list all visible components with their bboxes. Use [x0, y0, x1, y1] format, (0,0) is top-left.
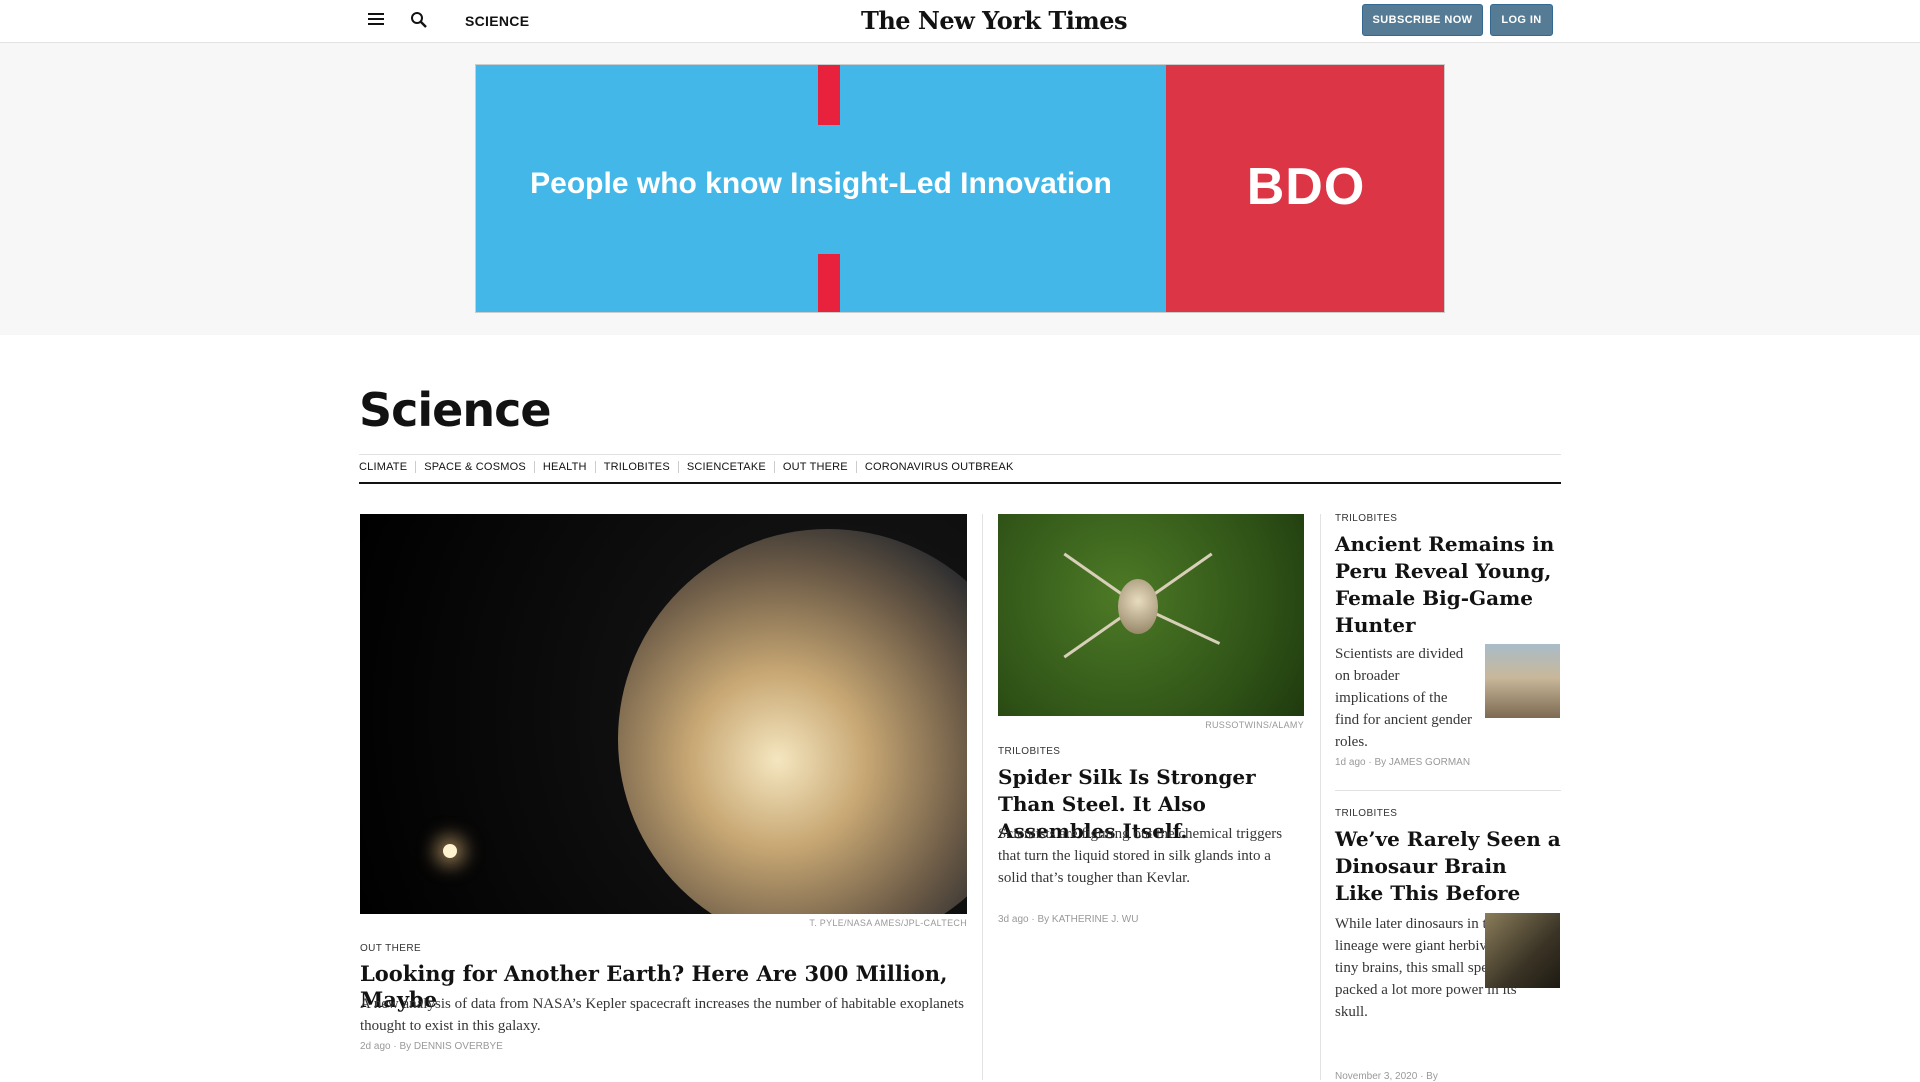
section-subnav: CLIMATE SPACE & COSMOS HEALTH TRILOBITES… — [359, 461, 1014, 473]
subnav-item-coronavirus[interactable]: CORONAVIRUS OUTBREAK — [865, 461, 1014, 473]
subnav-separator — [594, 461, 596, 473]
ad-stripe-top — [818, 65, 840, 125]
right-headline[interactable]: Ancient Remains in Peru Reveal Young, Fe… — [1335, 531, 1561, 639]
subnav-separator — [533, 461, 535, 473]
subnav-separator — [773, 461, 775, 473]
story-meta: 3d ago · By KATHERINE J. WU — [998, 914, 1138, 925]
lead-summary: A new analysis of data from NASA’s Keple… — [360, 996, 964, 1034]
subnav-item-health[interactable]: HEALTH — [543, 461, 587, 473]
story-kicker[interactable]: TRILOBITES — [1335, 808, 1397, 819]
right-headline[interactable]: We’ve Rarely Seen a Dinosaur Brain Like … — [1335, 826, 1561, 907]
right-summary: Scientists are divided on broader implic… — [1335, 646, 1473, 750]
subnav-item-space-cosmos[interactable]: SPACE & COSMOS — [424, 461, 526, 473]
story-byline[interactable]: By JAMES GORMAN — [1374, 757, 1470, 768]
subnav-item-sciencetake[interactable]: SCIENCETAKE — [687, 461, 766, 473]
ad-tagline: People who know Insight-Led Innovation — [530, 167, 1112, 200]
column-divider — [1320, 514, 1321, 1080]
story-kicker[interactable]: TRILOBITES — [1335, 513, 1397, 524]
section-nav-link[interactable]: SCIENCE — [465, 13, 529, 29]
login-button[interactable]: LOG IN — [1490, 4, 1553, 36]
story-timestamp: 3d ago — [998, 914, 1029, 925]
image-credit: RUSSOTWINS/ALAMY — [1205, 720, 1304, 730]
story-byline[interactable]: By KATHERINE J. WU — [1037, 914, 1138, 925]
advertisement[interactable]: People who know Insight-Led Innovation B… — [475, 64, 1445, 313]
subnav-item-climate[interactable]: CLIMATE — [359, 461, 407, 473]
middle-story-image[interactable] — [998, 514, 1304, 716]
spider-illustration — [1118, 579, 1158, 634]
story-kicker[interactable]: TRILOBITES — [998, 746, 1060, 757]
ad-left-panel: People who know Insight-Led Innovation — [476, 65, 1166, 312]
ad-brand-logo: BDO — [1246, 158, 1366, 216]
story-timestamp: November 3, 2020 — [1335, 1071, 1418, 1082]
story-byline[interactable]: By DENNIS OVERBYE — [399, 1041, 502, 1052]
story-meta: 2d ago · By DENNIS OVERBYE — [360, 1041, 503, 1052]
image-credit: T. PYLE/NASA AMES/JPL-CALTECH — [809, 918, 967, 928]
divider — [359, 454, 1561, 455]
divider — [359, 482, 1561, 484]
subnav-separator — [855, 461, 857, 473]
planet-illustration — [618, 529, 967, 914]
story-thumbnail[interactable] — [1485, 644, 1560, 718]
star-illustration — [443, 844, 457, 858]
subnav-separator — [677, 461, 679, 473]
page-title: Science — [359, 383, 552, 437]
subnav-separator — [415, 461, 417, 473]
ad-right-panel: BDO — [1166, 65, 1444, 312]
story-timestamp: 1d ago — [1335, 757, 1366, 768]
story-timestamp: 2d ago — [360, 1041, 391, 1052]
lead-story-image[interactable] — [360, 514, 967, 914]
subnav-item-trilobites[interactable]: TRILOBITES — [604, 461, 670, 473]
divider — [1335, 790, 1561, 791]
story-byline[interactable]: By — [1426, 1071, 1438, 1082]
subnav-item-out-there[interactable]: OUT THERE — [783, 461, 848, 473]
search-icon[interactable] — [410, 11, 428, 29]
ad-stripe-bottom — [818, 254, 840, 312]
story-kicker[interactable]: OUT THERE — [360, 943, 421, 954]
story-meta: November 3, 2020 · By — [1335, 1071, 1438, 1082]
middle-summary: Scientists are figuring out the chemical… — [998, 826, 1283, 886]
story-meta: 1d ago · By JAMES GORMAN — [1335, 757, 1470, 768]
top-bar: SCIENCE The New York Times SUBSCRIBE NOW… — [0, 0, 1920, 43]
subscribe-button[interactable]: SUBSCRIBE NOW — [1362, 4, 1483, 36]
column-divider — [982, 514, 983, 1080]
story-thumbnail[interactable] — [1485, 913, 1560, 988]
menu-icon[interactable] — [368, 13, 384, 25]
site-logo[interactable]: The New York Times — [861, 6, 1128, 35]
ad-band: People who know Insight-Led Innovation B… — [0, 43, 1920, 335]
